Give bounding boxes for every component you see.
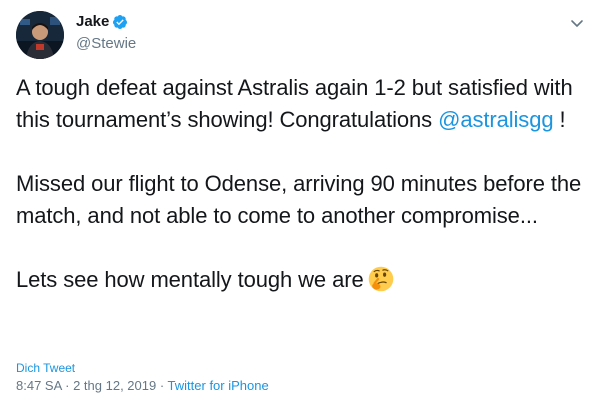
verified-badge-icon xyxy=(112,14,128,30)
translate-tweet-link[interactable]: Dich Tweet xyxy=(16,361,75,375)
profile-photo-icon xyxy=(16,11,64,59)
author-name-row[interactable]: Jake xyxy=(76,13,128,31)
paragraph-3-text: Lets see how mentally tough we are xyxy=(16,267,364,292)
tweet-metadata: 8:47 SA · 2 thg 12, 2019 · Twitter for i… xyxy=(16,378,269,394)
tweet-paragraph-2: Missed our flight to Odense, arriving 90… xyxy=(16,171,582,228)
avatar[interactable] xyxy=(16,11,64,59)
handle[interactable]: @Stewie xyxy=(76,35,136,53)
source-link[interactable]: Twitter for iPhone xyxy=(168,378,269,393)
timestamp[interactable]: 8:47 SA · 2 thg 12, 2019 · xyxy=(16,378,168,393)
tweet-card: Jake @Stewie A tough defeat against Astr… xyxy=(0,0,598,408)
paragraph-1-tail: ! xyxy=(553,107,566,132)
thinking-face-icon xyxy=(368,266,394,292)
display-name[interactable]: Jake xyxy=(76,13,109,31)
tweet-paragraph-1: A tough defeat against Astralis again 1-… xyxy=(16,72,586,136)
tweet-paragraph-3: Lets see how mentally tough we are xyxy=(16,264,586,296)
mention-link[interactable]: @astralisgg xyxy=(438,107,553,132)
chevron-down-icon[interactable] xyxy=(568,14,586,32)
tweet-text: A tough defeat against Astralis again 1-… xyxy=(16,72,586,296)
